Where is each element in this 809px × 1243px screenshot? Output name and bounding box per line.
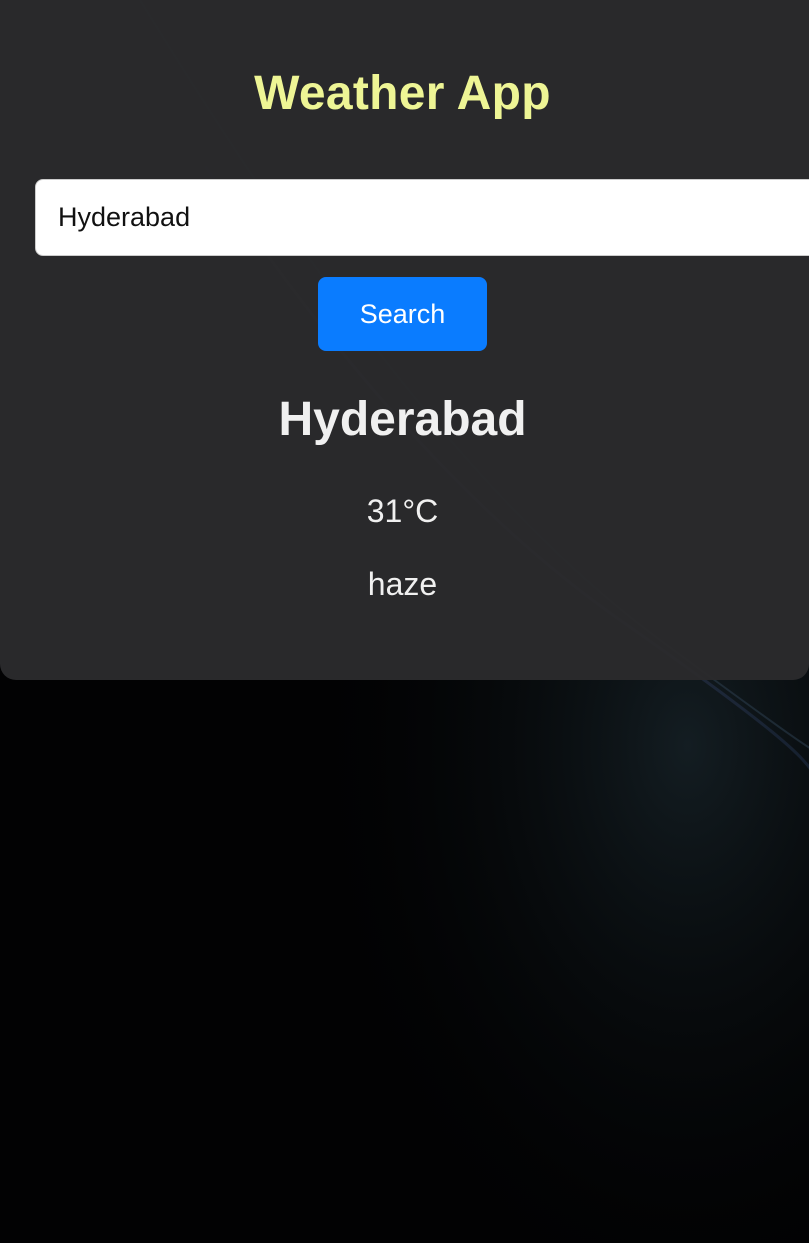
app-title: Weather App (254, 67, 551, 120)
city-search-input[interactable] (35, 179, 809, 256)
search-button[interactable]: Search (318, 277, 487, 351)
weather-card: Weather App Search Hyderabad 31°C haze (0, 0, 809, 680)
weather-description: haze (367, 566, 438, 602)
weather-app-page: Weather App Search Hyderabad 31°C haze (0, 0, 809, 1243)
temperature-value: 31°C (366, 493, 439, 529)
city-name: Hyderabad (278, 393, 527, 446)
